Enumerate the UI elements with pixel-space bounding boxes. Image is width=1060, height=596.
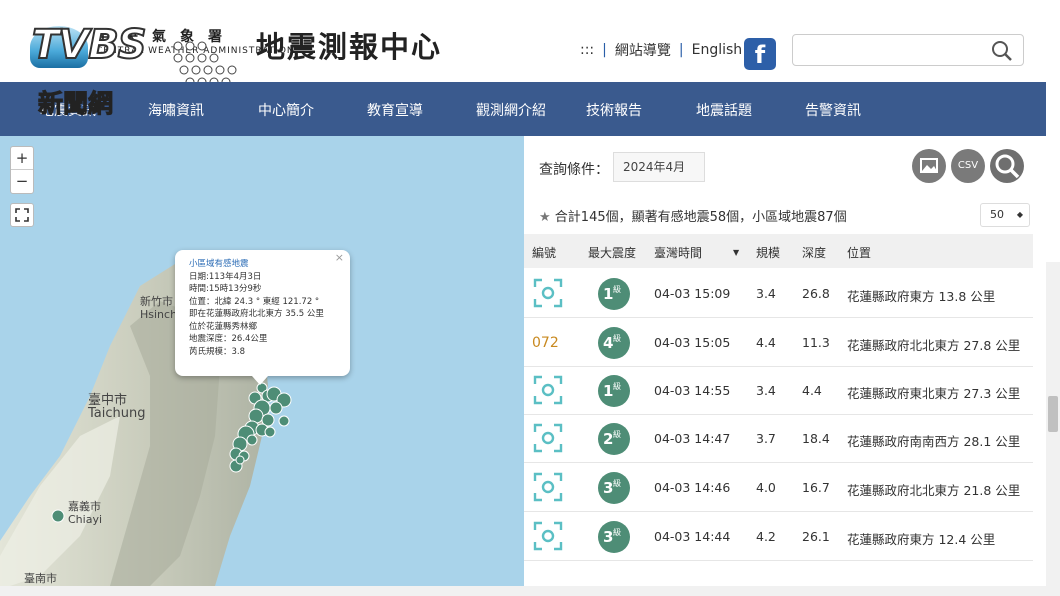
popup-relative-location: 即在花蓮縣政府北北東方 35.5 公里 xyxy=(189,309,324,319)
table-row[interactable]: 2 級 04-03 14:47 3.7 18.4 花蓮縣政府南南西方 28.1 公里 xyxy=(524,415,1033,463)
table-row[interactable]: 1 級 04-03 14:55 3.4 4.4 花蓮縣政府東北東方 27.3 公里 xyxy=(524,367,1033,415)
csv-download-button[interactable]: CSV xyxy=(951,149,985,183)
nav-item-about[interactable]: 中心簡介 xyxy=(258,100,314,120)
query-search-button[interactable] xyxy=(990,149,1024,183)
results-panel: 查詢條件： 2024年4月 CSV ★ 合計145個，顯著有感地震58個，小區域… xyxy=(524,136,1046,596)
nav-item-topics[interactable]: 地震話題 xyxy=(696,100,752,120)
col-header-magnitude: 規模 xyxy=(756,246,781,260)
star-icon: ★ xyxy=(539,210,551,225)
event-time: 04-03 15:05 xyxy=(654,335,731,350)
nav-item-education[interactable]: 教育宣導 xyxy=(367,100,423,120)
marker-group[interactable] xyxy=(51,382,292,523)
event-depth: 26.1 xyxy=(802,529,830,544)
popup-pointer xyxy=(252,376,268,385)
event-depth: 16.7 xyxy=(802,480,830,495)
sitemap-link[interactable]: 網站導覽 xyxy=(615,40,671,60)
event-location: 花蓮縣政府南南西方 28.1 公里 xyxy=(847,434,1021,449)
intensity-badge: 3級 xyxy=(598,521,630,553)
event-magnitude: 3.4 xyxy=(756,383,776,398)
sort-desc-icon[interactable]: ▼ xyxy=(733,248,739,257)
event-location: 花蓮縣政府東北東方 27.3 公里 xyxy=(847,386,1021,401)
page-title[interactable]: 地震測報中心 xyxy=(256,24,442,66)
divider: | xyxy=(678,42,684,58)
english-link[interactable]: English xyxy=(692,42,743,58)
divider: | xyxy=(602,42,607,58)
table-row[interactable]: 072 4 級 04-03 15:05 4.4 11.3 花蓮縣政府北北東方 27.8 公里 xyxy=(524,319,1033,367)
event-location: 花蓮縣政府北北東方 27.8 公里 xyxy=(847,338,1021,353)
popup-title[interactable]: 小區域有感地震 xyxy=(189,258,336,271)
event-time: 04-03 14:44 xyxy=(654,529,731,544)
event-depth: 11.3 xyxy=(802,335,830,350)
popup-township: 位於花蓮縣秀林鄉 xyxy=(189,321,258,332)
event-time: 04-03 14:46 xyxy=(654,480,731,495)
horizontal-scrollbar[interactable] xyxy=(0,586,1046,596)
event-magnitude: 3.7 xyxy=(756,431,776,446)
event-time: 04-03 14:55 xyxy=(654,383,731,398)
popup-time: 時間:15時13分9秒 xyxy=(189,284,262,294)
intensity-badge: 2級 xyxy=(598,423,630,455)
summary-counts: 合計145個，顯著有感地震58個，小區域地震87個 xyxy=(554,210,847,225)
table-row[interactable]: 3 級 04-03 14:46 4.0 16.7 花蓮縣政府北北東方 21.8 公里 xyxy=(524,464,1033,512)
image-icon xyxy=(920,158,938,173)
popup-close-button[interactable]: × xyxy=(335,251,344,265)
col-header-intensity: 最大震度 xyxy=(588,246,637,260)
nav-item-reports[interactable]: 技術報告 xyxy=(586,100,642,120)
intensity-badge: 4級 xyxy=(598,327,630,359)
table-header: 編號 最大震度 臺灣時間 ▼ 規模 深度 位置 xyxy=(524,234,1033,268)
col-header-location: 位置 xyxy=(847,246,872,260)
select-arrow-icon: ◆ xyxy=(1016,210,1023,219)
popup-magnitude: 芮氏規模：3.8 xyxy=(189,346,246,357)
table-row[interactable]: 3 級 04-03 14:44 4.2 26.1 花蓮縣政府東方 12.4 公里 xyxy=(524,513,1033,561)
intensity-badge: 1級 xyxy=(598,375,630,407)
query-month-select[interactable]: 2024年4月 xyxy=(613,152,705,182)
event-location: 花蓮縣政府東方 12.4 公里 xyxy=(847,532,996,547)
event-depth: 4.4 xyxy=(802,383,822,398)
col-header-depth: 深度 xyxy=(802,246,827,260)
event-magnitude: 3.4 xyxy=(756,286,776,301)
scan-icon[interactable] xyxy=(532,277,564,309)
earthquake-popup: × 小區域有感地震 日期:113年4月3日 時間:15時13分9秒 位置：北緯 … xyxy=(175,250,350,376)
facebook-icon[interactable]: f xyxy=(744,38,776,70)
tvbs-logo-text: TVBS xyxy=(31,21,148,69)
scan-icon[interactable] xyxy=(532,374,564,406)
popup-depth: 地震深度：26.4公里 xyxy=(189,334,268,344)
popup-date: 日期:113年4月3日 xyxy=(189,271,262,282)
event-magnitude: 4.0 xyxy=(756,480,776,495)
tvbs-subtitle: 新聞網 xyxy=(37,89,114,119)
nav-item-tsunami-info[interactable]: 海嘯資訊 xyxy=(148,100,204,120)
event-magnitude: 4.4 xyxy=(756,335,776,350)
event-time: 04-03 15:09 xyxy=(654,286,731,301)
map-image-button[interactable] xyxy=(912,149,946,183)
page-size-select[interactable]: 50 ◆ xyxy=(980,203,1030,227)
event-time: 04-03 14:47 xyxy=(654,431,731,446)
scan-icon[interactable] xyxy=(532,422,564,454)
event-number[interactable]: 072 xyxy=(532,335,559,351)
event-depth: 18.4 xyxy=(802,431,830,446)
nav-item-network[interactable]: 觀測網介紹 xyxy=(476,100,546,120)
search-input[interactable] xyxy=(792,34,1024,66)
scan-icon[interactable] xyxy=(532,520,564,552)
scan-icon[interactable] xyxy=(532,471,564,503)
event-location: 花蓮縣政府北北東方 21.8 公里 xyxy=(847,483,1021,498)
table-row[interactable]: 1 級 04-03 15:09 3.4 26.8 花蓮縣政府東方 13.8 公里 xyxy=(524,270,1033,318)
event-depth: 26.8 xyxy=(802,286,830,301)
intensity-badge: 1級 xyxy=(598,278,630,310)
earthquake-map[interactable]: + − 新竹市 Hsinchu 臺中市 Taichung 嘉義市 Chiayi 臺南市… xyxy=(0,136,524,586)
event-magnitude: 4.2 xyxy=(756,529,776,544)
intensity-badge: 3級 xyxy=(598,472,630,504)
col-header-id: 編號 xyxy=(532,246,557,260)
main-nav: 地震資訊 海嘯資訊 中心簡介 教育宣導 觀測網介紹 技術報告 地震話題 告警資訊 xyxy=(0,82,1046,136)
scrollbar-thumb[interactable] xyxy=(1048,396,1058,432)
col-header-time[interactable]: 臺灣時間 xyxy=(654,244,702,261)
utility-links: ::: | 網站導覽 | English | xyxy=(580,40,755,60)
accesskey-link[interactable]: ::: xyxy=(580,42,594,58)
nav-item-alerts[interactable]: 告警資訊 xyxy=(805,100,861,120)
popup-coordinates: 位置：北緯 24.3 ° 東經 121.72 ° xyxy=(189,296,320,307)
event-location: 花蓮縣政府東方 13.8 公里 xyxy=(847,289,996,304)
magnifier-icon xyxy=(995,154,1020,179)
search-icon[interactable] xyxy=(991,40,1013,62)
summary-text: ★ 合計145個，顯著有感地震58個，小區域地震87個 xyxy=(539,206,847,225)
query-label: 查詢條件： xyxy=(539,162,609,178)
